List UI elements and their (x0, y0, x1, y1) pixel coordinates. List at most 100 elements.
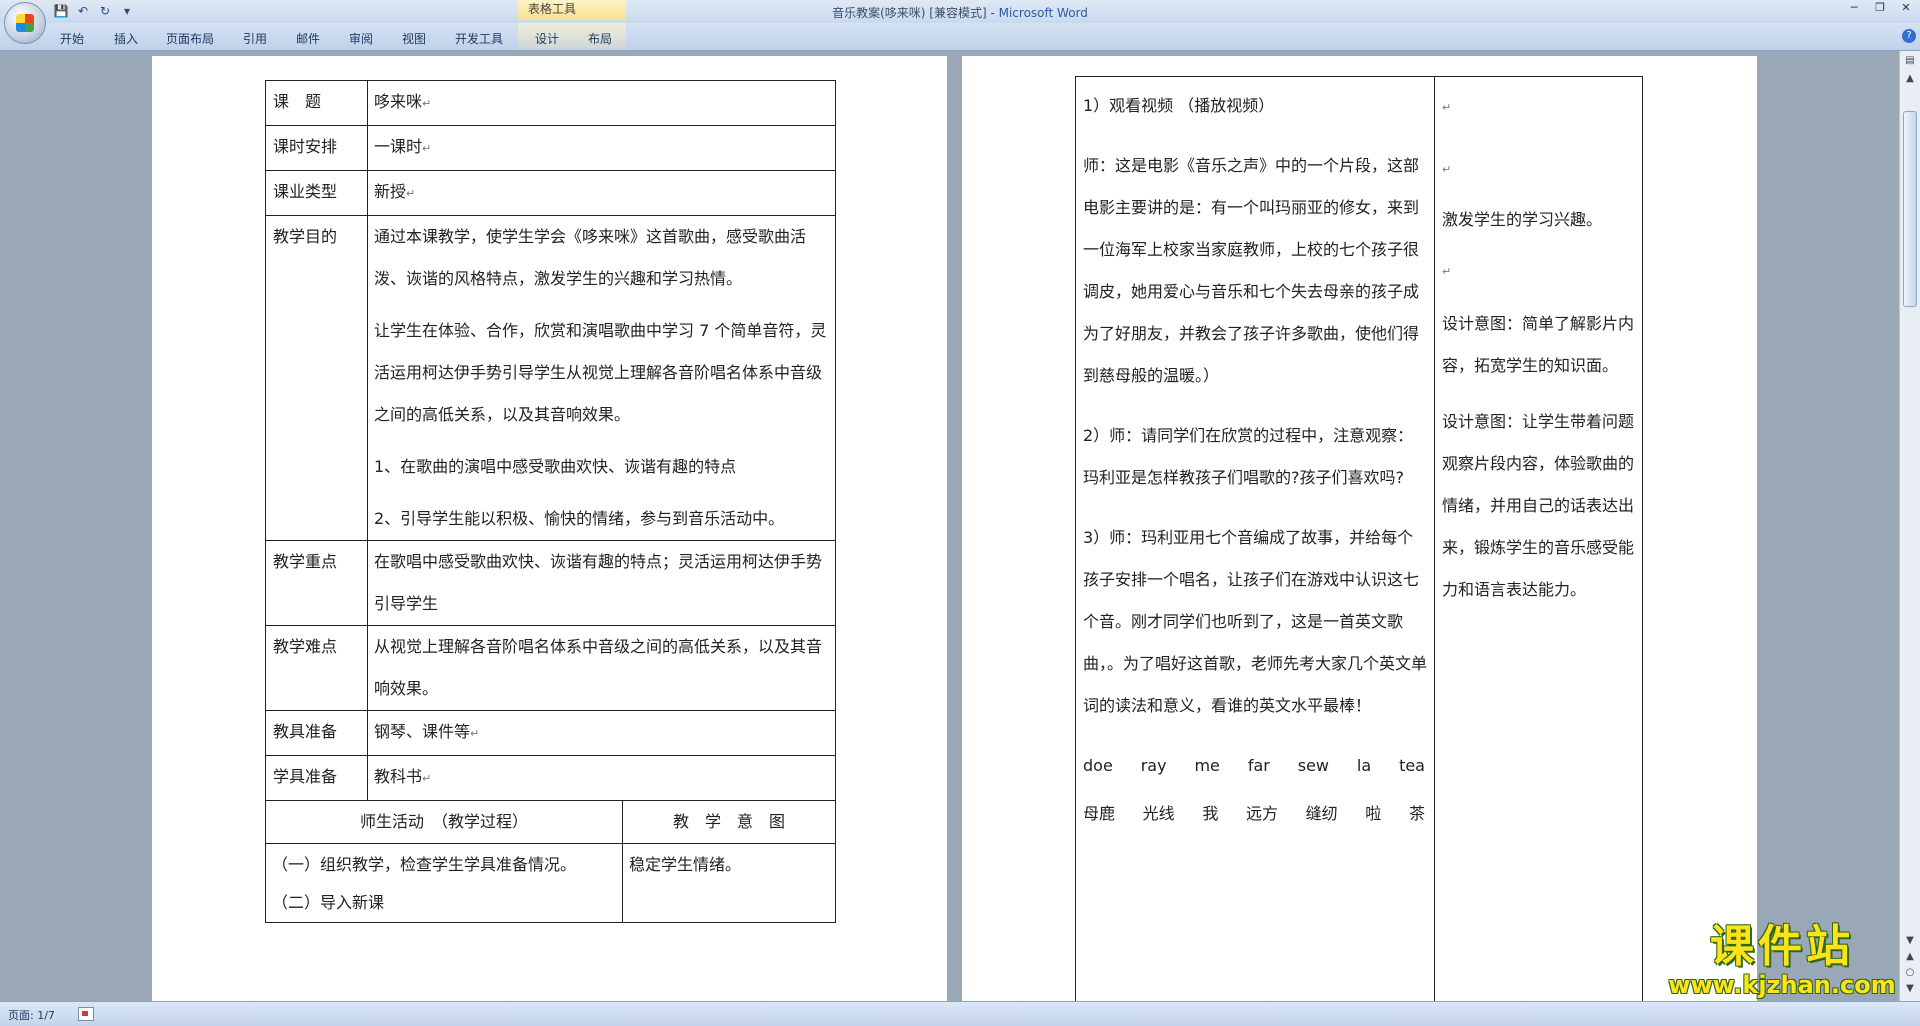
status-bar: 页面: 1/7 (0, 1001, 1920, 1026)
row-label[interactable]: 教学目的 (265, 215, 368, 541)
row-label[interactable]: 课时安排 (265, 125, 368, 171)
office-button[interactable] (4, 2, 46, 44)
table-row: 1）观看视频 （播放视频） 师：这是电影《音乐之声》中的一个片段，这部电影主要讲… (1075, 76, 1643, 1001)
english-word: doe (1083, 756, 1113, 775)
cell-paragraph: 师：这是电影《音乐之声》中的一个片段，这部电影主要讲的是：有一个叫玛丽亚的修女，… (1083, 156, 1420, 385)
intent-cell[interactable]: ↵ ↵ 激发学生的学习兴趣。 ↵ 设计意图：简单了解影片内容，拓宽学生的知识面。… (1434, 76, 1643, 1001)
app-name: Microsoft Word (998, 6, 1088, 20)
table-row: 课业类型 新授↵ (265, 170, 837, 216)
table-row: 课时安排 一课时↵ (265, 125, 837, 171)
cell-paragraph: 激发学生的学习兴趣。 (1442, 210, 1603, 229)
english-word: far (1247, 756, 1270, 775)
tab-page-layout[interactable]: 页面布局 (166, 30, 214, 47)
table-row: 师生活动 （教学过程） 教 学 意 图 (265, 800, 837, 844)
tab-review[interactable]: 审阅 (349, 30, 373, 47)
table-row: 教具准备 钢琴、课件等↵ (265, 710, 837, 756)
row-content[interactable]: 从视觉上理解各音阶唱名体系中音级之间的高低关系，以及其音响效果。 (366, 625, 837, 711)
page-1: 课 题 哆来咪↵ 课时安排 一课时↵ 课业类型 新授↵ 教学目的 通过本课教学，… (152, 56, 947, 1001)
activity-line: （一）组织教学，检查学生学具准备情况。 (272, 855, 577, 874)
activity-cell[interactable]: 1）观看视频 （播放视频） 师：这是电影《音乐之声》中的一个片段，这部电影主要讲… (1075, 76, 1435, 1001)
cell-text: 教科书 (374, 767, 423, 786)
tab-mailings[interactable]: 邮件 (296, 30, 320, 47)
row-content[interactable]: 哆来咪↵ (366, 80, 837, 126)
lesson-info-table: 课 题 哆来咪↵ 课时安排 一课时↵ 课业类型 新授↵ 教学目的 通过本课教学，… (265, 80, 837, 923)
row-label[interactable]: 学具准备 (265, 755, 368, 801)
english-word: tea (1399, 756, 1425, 775)
cell-paragraph: 从视觉上理解各音阶唱名体系中音级之间的高低关系，以及其音响效果。 (374, 637, 823, 698)
english-word: ray (1140, 756, 1167, 775)
row-label[interactable]: 课 题 (265, 80, 368, 126)
restore-icon[interactable]: ❐ (1872, 1, 1888, 14)
table-row: 学具准备 教科书↵ (265, 755, 837, 801)
cell-paragraph: 通过本课教学，使学生学会《哆来咪》这首歌曲，感受歌曲活泼、诙谐的风格特点，激发学… (374, 227, 807, 288)
activity-cell[interactable]: （一）组织教学，检查学生学具准备情况。 （二）导入新课 (265, 843, 623, 923)
header-intent[interactable]: 教 学 意 图 (621, 800, 837, 844)
office-logo-icon (16, 14, 34, 32)
title-separator: - (986, 6, 999, 20)
tab-layout[interactable]: 布局 (588, 30, 612, 47)
window-controls: ─ ❐ ✕ (1846, 1, 1914, 14)
tab-home[interactable]: 开始 (60, 30, 84, 47)
ribbon-tab-bar: 开始 插入 页面布局 引用 邮件 审阅 视图 开发工具 设计 布局 ? (0, 23, 1920, 51)
row-content[interactable]: 教科书↵ (366, 755, 837, 801)
row-label[interactable]: 教具准备 (265, 710, 368, 756)
row-content[interactable]: 在歌唱中感受歌曲欢快、诙谐有趣的特点；灵活运用柯达伊手势引导学生 (366, 540, 837, 626)
cell-paragraph: 1、在歌曲的演唱中感受歌曲欢快、诙谐有趣的特点 (374, 457, 737, 476)
watermark-url: www.kjzhan.com (1668, 971, 1896, 999)
row-content[interactable]: 通过本课教学，使学生学会《哆来咪》这首歌曲，感受歌曲活泼、诙谐的风格特点，激发学… (366, 215, 837, 541)
tab-design[interactable]: 设计 (535, 30, 559, 47)
help-icon[interactable]: ? (1902, 29, 1916, 43)
scroll-down-icon[interactable]: ▼ (1903, 935, 1917, 949)
scroll-thumb[interactable] (1903, 111, 1917, 307)
previous-page-icon[interactable]: ▲ (1903, 951, 1917, 965)
title-bar: 💾 ↶ ↻ ▾ 表格工具 音乐教案(哆来咪) [兼容模式] - Microsof… (0, 0, 1920, 23)
table-row: （一）组织教学，检查学生学具准备情况。 （二）导入新课 稳定学生情绪。 (265, 843, 837, 923)
paragraph-mark-icon: ↵ (470, 727, 480, 740)
tab-developer[interactable]: 开发工具 (455, 30, 503, 47)
page-2: 1）观看视频 （播放视频） 师：这是电影《音乐之声》中的一个片段，这部电影主要讲… (962, 56, 1757, 1001)
paragraph-mark-icon: ↵ (422, 142, 432, 155)
vertical-scrollbar[interactable]: ▤ ▲ ▼ ▲ ○ ▼ (1899, 51, 1920, 1001)
cell-text: 新授 (374, 182, 407, 201)
tab-insert[interactable]: 插入 (114, 30, 138, 47)
cell-text: 稳定学生情绪。 (629, 855, 742, 874)
paragraph-mark-icon: ↵ (1442, 163, 1452, 176)
cell-paragraph: 3）师：玛利亚用七个音编成了故事，并给每个孩子安排一个唱名，让孩子们在游戏中认识… (1083, 528, 1428, 715)
chinese-word: 啦 (1365, 804, 1382, 823)
tab-references[interactable]: 引用 (243, 30, 267, 47)
close-icon[interactable]: ✕ (1898, 1, 1914, 14)
row-label[interactable]: 教学难点 (265, 625, 368, 711)
paragraph-mark-icon: ↵ (1442, 265, 1452, 278)
paragraph-mark-icon: ↵ (422, 97, 432, 110)
minimize-icon[interactable]: ─ (1846, 1, 1862, 14)
cell-paragraph: 让学生在体验、合作，欣赏和演唱歌曲中学习 7 个简单音符，灵活运用柯达伊手势引导… (374, 321, 827, 424)
header-activity[interactable]: 师生活动 （教学过程） (265, 800, 623, 844)
next-page-icon[interactable]: ▼ (1903, 983, 1917, 997)
cell-paragraph: 2、引导学生能以积极、愉快的情绪，参与到音乐活动中。 (374, 509, 785, 528)
cell-paragraph: 1）观看视频 （播放视频） (1083, 96, 1275, 115)
chinese-word: 茶 (1408, 804, 1425, 823)
activity-line: （二）导入新课 (272, 893, 385, 912)
chinese-words-row: 母鹿 光线 我 远方 缝纫 啦 茶 (1083, 793, 1427, 835)
cell-text: 一课时 (374, 137, 423, 156)
intent-cell[interactable]: 稳定学生情绪。 (621, 843, 837, 923)
site-watermark: 课件站 www.kjzhan.com (1662, 922, 1902, 1004)
table-row: 课 题 哆来咪↵ (265, 80, 837, 126)
row-content[interactable]: 新授↵ (366, 170, 837, 216)
language-status-icon[interactable] (78, 1007, 94, 1021)
ruler-toggle-icon[interactable]: ▤ (1903, 55, 1917, 69)
tab-view[interactable]: 视图 (402, 30, 426, 47)
row-content[interactable]: 钢琴、课件等↵ (366, 710, 837, 756)
english-words-row: doe ray me far sew la tea (1083, 745, 1427, 787)
page-indicator[interactable]: 页面: 1/7 (8, 1007, 55, 1023)
document-title: 音乐教案(哆来咪) [兼容模式] (832, 6, 987, 20)
chinese-word: 远方 (1245, 804, 1278, 823)
cell-paragraph: 设计意图：让学生带着问题观察片段内容，体验歌曲的情绪，并用自己的话表达出来，锻炼… (1442, 412, 1635, 599)
paragraph-mark-icon: ↵ (422, 772, 432, 785)
row-content[interactable]: 一课时↵ (366, 125, 837, 171)
scroll-up-icon[interactable]: ▲ (1903, 73, 1917, 87)
row-label[interactable]: 教学重点 (265, 540, 368, 626)
paragraph-mark-icon: ↵ (406, 187, 416, 200)
row-label[interactable]: 课业类型 (265, 170, 368, 216)
browse-object-icon[interactable]: ○ (1903, 967, 1917, 981)
